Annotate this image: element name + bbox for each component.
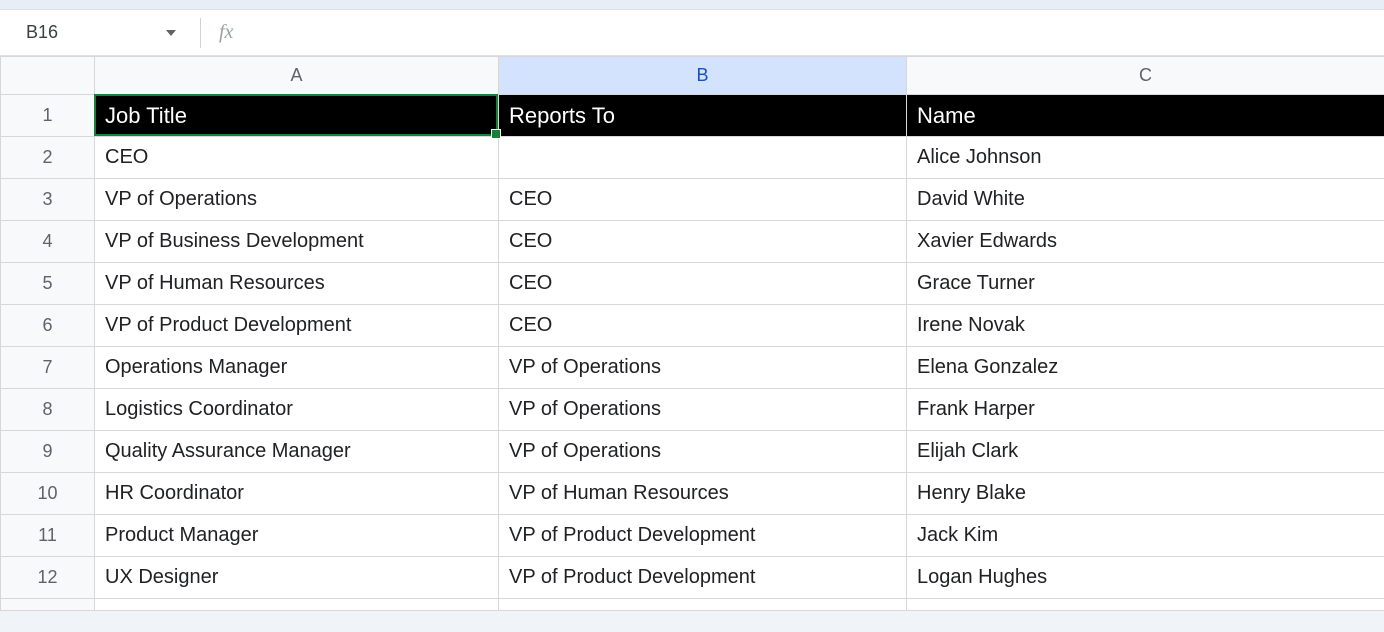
cell-A11[interactable]: Product Manager — [95, 515, 499, 557]
cell-A6[interactable]: VP of Product Development — [95, 305, 499, 347]
cell-B5[interactable]: CEO — [499, 263, 907, 305]
cell-B12[interactable]: VP of Product Development — [499, 557, 907, 599]
row-header-12[interactable]: 12 — [1, 557, 95, 599]
row-header-2[interactable]: 2 — [1, 137, 95, 179]
name-box-row: B16 fx — [0, 10, 1384, 56]
cell-B3[interactable]: CEO — [499, 179, 907, 221]
cell-B2[interactable] — [499, 137, 907, 179]
cell-B6[interactable]: CEO — [499, 305, 907, 347]
cell-C4[interactable]: Xavier Edwards — [907, 221, 1384, 263]
col-header-B[interactable]: B — [499, 57, 907, 95]
cell-C6[interactable]: Irene Novak — [907, 305, 1384, 347]
cell-A1[interactable]: Job Title — [95, 95, 499, 137]
cell-B9[interactable]: VP of Operations — [499, 431, 907, 473]
col-header-C[interactable]: C — [907, 57, 1384, 95]
name-box[interactable]: B16 — [20, 17, 190, 49]
row-header-1[interactable]: 1 — [1, 95, 95, 137]
select-all-corner[interactable] — [1, 57, 95, 95]
cell-A3[interactable]: VP of Operations — [95, 179, 499, 221]
cell-C7[interactable]: Elena Gonzalez — [907, 347, 1384, 389]
cell-C9[interactable]: Elijah Clark — [907, 431, 1384, 473]
row-header-6[interactable]: 6 — [1, 305, 95, 347]
cell-C3[interactable]: David White — [907, 179, 1384, 221]
cell-C5[interactable]: Grace Turner — [907, 263, 1384, 305]
cell-B1[interactable]: Reports To — [499, 95, 907, 137]
cell-C12[interactable]: Logan Hughes — [907, 557, 1384, 599]
row-header-5[interactable]: 5 — [1, 263, 95, 305]
row-header-10[interactable]: 10 — [1, 473, 95, 515]
formula-input[interactable] — [241, 18, 1374, 48]
cell-A10[interactable]: HR Coordinator — [95, 473, 499, 515]
row-header-partial[interactable] — [1, 599, 95, 611]
cell-B7[interactable]: VP of Operations — [499, 347, 907, 389]
cell-C8[interactable]: Frank Harper — [907, 389, 1384, 431]
fx-icon: fx — [219, 21, 233, 44]
cell-partial-A[interactable] — [95, 599, 499, 611]
cell-C10[interactable]: Henry Blake — [907, 473, 1384, 515]
cell-B4[interactable]: CEO — [499, 221, 907, 263]
cell-partial-C[interactable] — [907, 599, 1384, 611]
row-header-4[interactable]: 4 — [1, 221, 95, 263]
cell-B10[interactable]: VP of Human Resources — [499, 473, 907, 515]
grid-area: A B C 1 Job Title Reports To Name 2 CEO … — [0, 56, 1384, 611]
row-header-9[interactable]: 9 — [1, 431, 95, 473]
row-header-8[interactable]: 8 — [1, 389, 95, 431]
cell-C11[interactable]: Jack Kim — [907, 515, 1384, 557]
cell-A4[interactable]: VP of Business Development — [95, 221, 499, 263]
row-header-3[interactable]: 3 — [1, 179, 95, 221]
cell-A8[interactable]: Logistics Coordinator — [95, 389, 499, 431]
divider — [200, 18, 201, 48]
cell-A5[interactable]: VP of Human Resources — [95, 263, 499, 305]
row-header-11[interactable]: 11 — [1, 515, 95, 557]
top-strip — [0, 0, 1384, 10]
spreadsheet-grid[interactable]: A B C 1 Job Title Reports To Name 2 CEO … — [0, 56, 1384, 611]
cell-B11[interactable]: VP of Product Development — [499, 515, 907, 557]
cell-A12[interactable]: UX Designer — [95, 557, 499, 599]
cell-A7[interactable]: Operations Manager — [95, 347, 499, 389]
chevron-down-icon[interactable] — [166, 30, 176, 36]
row-header-7[interactable]: 7 — [1, 347, 95, 389]
cell-partial-B[interactable] — [499, 599, 907, 611]
cell-C2[interactable]: Alice Johnson — [907, 137, 1384, 179]
cell-A2[interactable]: CEO — [95, 137, 499, 179]
cell-C1[interactable]: Name — [907, 95, 1384, 137]
col-header-A[interactable]: A — [95, 57, 499, 95]
name-box-value: B16 — [26, 22, 166, 43]
cell-B8[interactable]: VP of Operations — [499, 389, 907, 431]
cell-A9[interactable]: Quality Assurance Manager — [95, 431, 499, 473]
